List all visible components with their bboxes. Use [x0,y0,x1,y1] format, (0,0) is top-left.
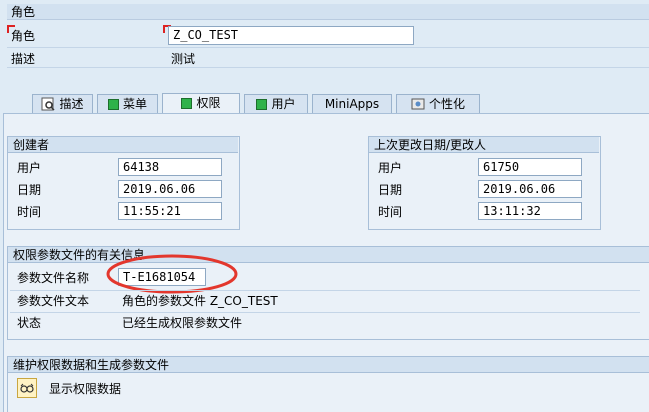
profile-text-value: 角色的参数文件 Z_CO_TEST [122,294,278,308]
divider [7,47,649,48]
created-date-label: 日期 [17,183,42,197]
created-user-label: 用户 [17,161,42,175]
changed-date-field[interactable]: 2019.06.06 [478,180,582,198]
changed-date-label: 日期 [378,183,403,197]
status-value: 已经生成权限参数文件 [122,316,243,330]
divider [10,290,640,291]
description-label: 描述 [11,52,36,66]
display-authorizations-label[interactable]: 显示权限数据 [49,380,121,398]
role-label: 角色 [11,29,36,43]
tab-label: 菜单 [122,96,147,111]
tab-authorizations[interactable]: 权限 [162,93,240,113]
changed-user-label: 用户 [378,161,403,175]
tab-users[interactable]: 用户 [244,94,308,113]
tab-menu[interactable]: 菜单 [97,94,158,113]
green-square-icon [256,98,268,110]
description-icon [41,97,56,111]
tab-personalization[interactable]: 个性化 [396,94,480,113]
description-value: 测试 [171,52,196,66]
profile-name-label: 参数文件名称 [17,271,90,285]
changed-time-field[interactable]: 13:11:32 [478,202,582,220]
profile-text-label: 参数文件文本 [17,294,90,308]
changed-user-field[interactable]: 61750 [478,158,582,176]
tab-label: 个性化 [428,96,465,111]
role-input[interactable]: Z_CO_TEST [168,26,414,45]
tab-description[interactable]: 描述 [32,94,93,113]
created-date-field[interactable]: 2019.06.06 [118,180,222,198]
highlight-circle [106,254,238,294]
tab-miniapps[interactable]: MiniApps [312,94,392,113]
personalize-icon [411,97,425,111]
created-title: 创建者 [8,137,238,153]
status-label: 状态 [17,316,42,330]
tab-label: 权限 [196,96,221,110]
tab-label: 描述 [59,96,84,111]
maintain-title: 维护权限数据和生成参数文件 [8,357,649,373]
created-time-field[interactable]: 11:55:21 [118,202,222,220]
tab-label: MiniApps [324,96,380,111]
created-user-field[interactable]: 64138 [118,158,222,176]
tab-label: 用户 [271,96,296,111]
changed-title: 上次更改日期/更改人 [369,137,599,153]
role-header-title: 角色 [7,4,649,20]
display-authorizations-button[interactable] [17,378,37,398]
glasses-icon [20,381,34,395]
created-time-label: 时间 [17,205,42,219]
divider [10,312,640,313]
divider [7,67,649,68]
changed-time-label: 时间 [378,205,403,219]
green-square-icon [181,98,193,109]
green-square-icon [107,98,119,110]
